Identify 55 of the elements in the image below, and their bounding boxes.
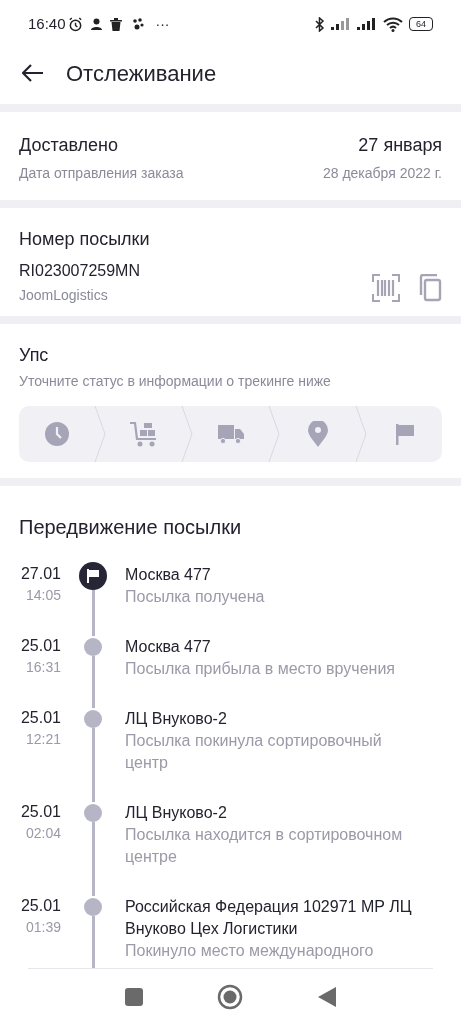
clock-icon [44,422,69,446]
more-notifications: ··· [155,14,170,34]
chevron-divider-icon [355,406,367,462]
truck-icon [217,424,244,444]
back-arrow-icon[interactable] [22,64,44,82]
delivery-date: 27 января [358,134,442,157]
location-pin-icon [307,421,328,447]
event-date: 25.01 [20,802,61,822]
event-status: Посылка находится в сортировочном центре [125,825,404,867]
event-date: 25.01 [20,896,61,916]
battery-indicator: 64 [409,17,433,31]
event-status: Посылка покинула сортировочный центр [125,731,383,773]
order-date: 28 декабря 2022 г. [322,164,442,183]
event-place: Москва 477 [125,565,212,585]
event-place: Москва 477 [125,637,212,657]
event-status: Покинуло место международного [125,941,375,961]
event-date: 25.01 [20,708,61,728]
notice-text: Уточните статус в информации о трекинге ниже [19,372,332,391]
event-status: Посылка получена [125,587,266,607]
chevron-divider-icon [268,406,280,462]
chevron-divider-icon [181,406,193,462]
tracking-number: RI023007259MN [19,261,141,281]
event-date: 27.01 [20,564,61,584]
back-icon[interactable] [317,986,336,1007]
delivery-status: Доставлено [19,134,120,157]
person-icon [90,18,102,30]
order-date-caption: Дата отправления заказа [19,164,184,183]
trash-icon [109,17,122,31]
event-time: 16:31 [25,658,61,676]
notice-title: Упс [19,344,50,367]
section-title: Передвижение посылки [19,515,243,540]
alarm-icon [67,16,83,32]
recent-apps-icon[interactable] [125,987,144,1006]
event-place: Российская Федерация 102971 МР ЛЦ Внуково Цех Логистики [125,897,413,939]
status-time: 16:40 [28,13,66,34]
event-time: 12:21 [25,730,61,748]
event-place: ЛЦ Внуково-2 [125,709,228,729]
event-status: Посылка прибыла в место вручения [125,659,396,679]
event-place: ЛЦ Внуково-2 [125,803,228,823]
event-date: 25.01 [20,636,61,656]
parcel-label: Номер посылки [19,228,150,251]
page-title: Отслеживание [66,59,217,88]
chevron-divider-icon [94,406,106,462]
bluetooth-icon [315,16,325,32]
home-icon[interactable] [217,983,244,1010]
wifi-icon [383,16,403,32]
signal-icon [357,18,377,30]
event-time: 02:04 [25,824,61,842]
cart-icon [129,421,158,447]
signal-icon [331,18,351,30]
carrier-name: JoomLogistics [19,286,109,305]
event-time: 01:39 [25,918,61,936]
flag-icon [394,423,415,445]
event-time: 14:05 [25,586,61,604]
flag-icon [87,569,99,583]
